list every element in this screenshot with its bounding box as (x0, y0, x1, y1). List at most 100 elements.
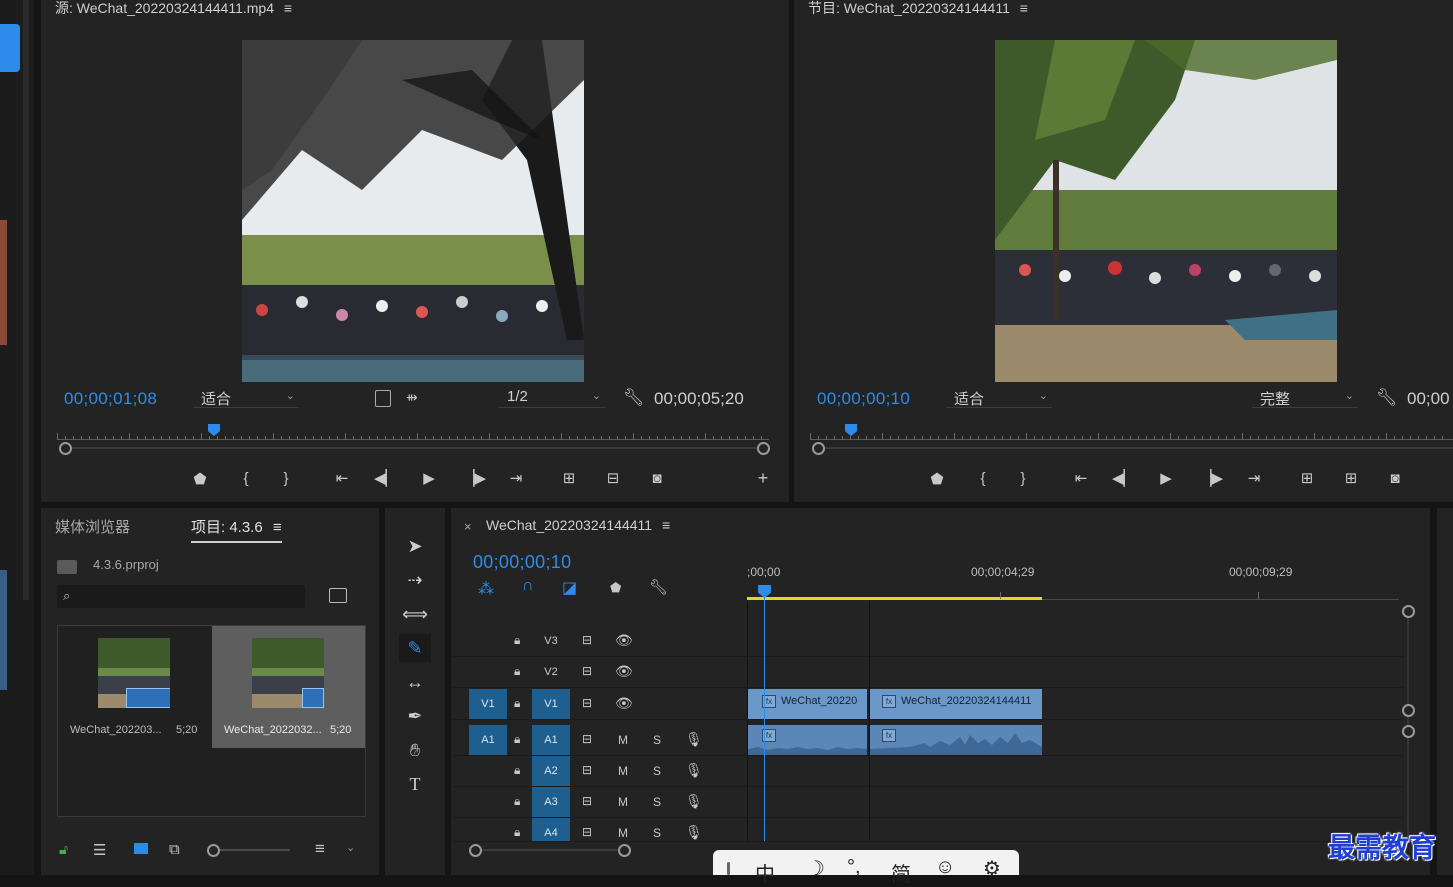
linked-selection-icon[interactable]: ◪ (562, 578, 577, 598)
go-to-in-icon[interactable]: ⇤ (331, 471, 353, 487)
emoji-icon[interactable]: ☺ (935, 856, 955, 879)
track-target-a3[interactable]: A3 (532, 787, 570, 817)
solo-button[interactable]: S (653, 764, 661, 778)
timeline-zoom-track[interactable] (475, 849, 625, 851)
video-scroll-handle-bottom[interactable] (1402, 704, 1415, 717)
mute-button[interactable]: M (618, 764, 628, 778)
sync-lock-icon[interactable]: ⊟ (582, 732, 592, 746)
source-zoom-bar[interactable] (63, 447, 765, 449)
go-to-in-icon[interactable]: ⇤ (1070, 471, 1092, 487)
microphone-icon[interactable]: 🎙︎ (685, 824, 703, 841)
panel-menu-icon[interactable]: ≡ (1020, 0, 1028, 16)
ime-mode-chinese[interactable]: 中 (755, 858, 775, 887)
lock-icon[interactable]: 🔒︎ (514, 732, 520, 747)
list-view-icon[interactable]: ☰ (93, 841, 106, 859)
ripple-edit-icon[interactable]: ⟺ (399, 600, 431, 628)
mark-in-icon[interactable]: { (235, 471, 257, 487)
freeform-view-icon[interactable]: ⧉ (169, 841, 180, 858)
track-target-a1[interactable]: A1 (532, 725, 570, 755)
panel-menu-icon[interactable]: ≡ (662, 517, 670, 533)
sync-lock-icon[interactable]: ⊟ (582, 794, 592, 808)
insert-arrows-icon[interactable]: ⇻ (406, 389, 418, 406)
play-icon[interactable]: ▶ (1155, 471, 1177, 487)
add-button-icon[interactable]: + (752, 469, 774, 487)
insert-icon[interactable]: ⊞ (558, 471, 580, 487)
project-item-2[interactable]: WeChat_2022032... 5;20 (212, 626, 365, 748)
eye-icon[interactable]: 👁︎ (615, 663, 633, 680)
find-in-bin-icon[interactable] (329, 588, 347, 603)
step-back-icon[interactable]: ◀▏ (374, 471, 397, 487)
sync-lock-icon[interactable]: ⊟ (582, 633, 592, 647)
go-to-out-icon[interactable]: ⇥ (505, 471, 527, 487)
eye-icon[interactable]: 👁︎ (615, 632, 633, 649)
timeline-zoom-handle-left[interactable] (469, 844, 482, 857)
program-timecode[interactable]: 00;00;00;10 (817, 389, 910, 409)
source-zoom-handle-left[interactable] (59, 442, 72, 455)
track-target-v3[interactable]: V3 (532, 626, 570, 656)
source-timecode[interactable]: 00;00;01;08 (64, 389, 157, 409)
snap-magnet-icon[interactable]: ∩ (522, 577, 534, 595)
camera-icon[interactable]: ◙ (646, 471, 668, 487)
project-item-1[interactable]: WeChat_202203... 5;20 (58, 626, 210, 748)
audio-scroll-handle-top[interactable] (1402, 725, 1415, 738)
lock-icon[interactable]: 🔒︎ (514, 664, 520, 679)
track-target-a4[interactable]: A4 (532, 818, 570, 841)
program-time-ruler[interactable] (810, 432, 1453, 440)
step-back-icon[interactable]: ◀▏ (1112, 471, 1135, 487)
audio-clip-a[interactable]: fx (748, 725, 867, 755)
go-to-out-icon[interactable]: ⇥ (1243, 471, 1265, 487)
sync-lock-icon[interactable]: ⊟ (582, 763, 592, 777)
solo-button[interactable]: S (653, 733, 661, 747)
timeline-close-icon[interactable]: × (464, 519, 472, 534)
solo-button[interactable]: S (653, 795, 661, 809)
search-input[interactable]: ⌕ (57, 585, 305, 608)
program-zoom-bar[interactable] (816, 447, 1453, 449)
source-resolution-dropdown[interactable]: 1/2 ⌄ (499, 388, 605, 408)
moon-icon[interactable]: ☽ (807, 856, 825, 881)
lock-icon[interactable]: 🔒︎ (514, 633, 520, 648)
track-a2[interactable]: 🔒︎ A2 ⊟ M S 🎙︎ (453, 756, 1403, 787)
lock-icon[interactable]: 🔒︎ (514, 696, 520, 711)
ime-mode-simplified[interactable]: 简 (891, 858, 911, 887)
zoom-slider-handle[interactable] (207, 844, 220, 857)
lock-icon[interactable]: 🔒︎ (514, 794, 520, 809)
source-fit-dropdown[interactable]: 适合 ⌄ (193, 388, 299, 408)
mark-out-icon[interactable]: } (1012, 471, 1034, 487)
mark-in-icon[interactable]: { (972, 471, 994, 487)
camera-icon[interactable]: ◙ (1384, 471, 1406, 487)
source-patch-v1[interactable]: V1 (469, 689, 507, 719)
nest-sequence-icon[interactable]: ⁂ (478, 579, 494, 599)
eye-icon[interactable]: 👁︎ (615, 695, 633, 712)
film-strip-icon[interactable] (375, 390, 391, 407)
video-clip-a[interactable]: fx WeChat_20220 (748, 689, 867, 719)
source-monitor-title[interactable]: 源: WeChat_20220324144411.mp4 ≡ (55, 0, 292, 18)
program-zoom-handle-left[interactable] (812, 442, 825, 455)
source-zoom-handle-right[interactable] (757, 442, 770, 455)
step-forward-icon[interactable]: ▕▶ (1200, 471, 1223, 487)
step-forward-icon[interactable]: ▕▶ (463, 471, 486, 487)
tab-media-browser[interactable]: 媒体浏览器 (55, 516, 130, 537)
wrench-icon[interactable]: 🔧︎ (623, 388, 645, 408)
slip-tool-icon[interactable]: ↔ (399, 668, 431, 696)
track-target-v1[interactable]: V1 (532, 689, 570, 719)
solo-button[interactable]: S (653, 826, 661, 840)
add-marker-icon[interactable]: ⬟ (926, 472, 948, 488)
program-resolution-dropdown[interactable]: 完整 ⌄ (1252, 388, 1358, 408)
microphone-icon[interactable]: 🎙︎ (685, 762, 703, 779)
video-clip-b[interactable]: fx WeChat_20220324144411 (870, 689, 1042, 719)
track-v3[interactable]: 🔒︎ V3 ⊟ 👁︎ (453, 626, 1403, 657)
extract-icon[interactable]: ⊞ (1340, 471, 1362, 487)
zoom-slider-track[interactable] (220, 849, 290, 851)
mute-button[interactable]: M (618, 795, 628, 809)
mark-out-icon[interactable]: } (275, 471, 297, 487)
timeline-zoom-handle-right[interactable] (618, 844, 631, 857)
track-a4[interactable]: 🔒︎ A4 ⊟ M S 🎙︎ (453, 818, 1403, 842)
microphone-icon[interactable]: 🎙︎ (685, 793, 703, 810)
lift-icon[interactable]: ⊞ (1296, 471, 1318, 487)
source-time-ruler[interactable] (57, 432, 769, 440)
program-fit-dropdown[interactable]: 适合 ⌄ (946, 388, 1052, 408)
sync-lock-icon[interactable]: ⊟ (582, 696, 592, 710)
timeline-title[interactable]: WeChat_20220324144411 ≡ (486, 517, 670, 533)
panel-menu-icon[interactable]: ≡ (273, 519, 282, 536)
track-target-v2[interactable]: V2 (532, 657, 570, 687)
